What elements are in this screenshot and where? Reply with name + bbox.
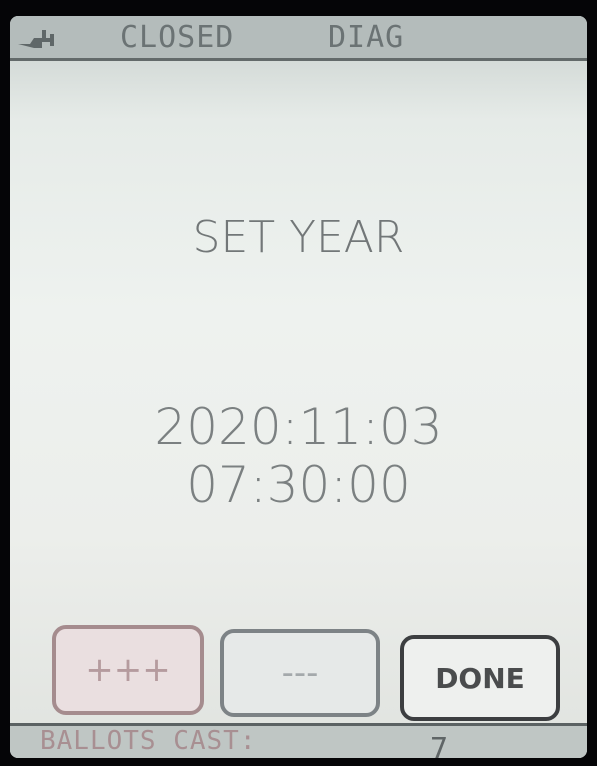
page-title: SET YEAR (192, 212, 405, 263)
ballots-cast-label: BALLOTS CAST: (40, 726, 257, 756)
increment-button[interactable]: +++ (52, 625, 204, 715)
done-button[interactable]: DONE (400, 635, 560, 721)
status-bar: CLOSED DIAG (10, 16, 587, 61)
decrement-button[interactable]: --- (220, 629, 380, 717)
device-frame: CLOSED DIAG SET YEAR 2020:11:03 07:30:00… (0, 0, 597, 766)
time-value: 07:30:00 (186, 456, 411, 514)
date-value: 2020:11:03 (154, 398, 443, 456)
ballots-cast-bar: BALLOTS CAST: 7 (10, 723, 587, 758)
poll-state-label: CLOSED (120, 20, 235, 55)
touch-screen: CLOSED DIAG SET YEAR 2020:11:03 07:30:00… (10, 16, 587, 758)
plug-icon (18, 30, 54, 48)
ballots-cast-count: 7 (430, 732, 449, 758)
mode-label: DIAG (328, 20, 405, 55)
